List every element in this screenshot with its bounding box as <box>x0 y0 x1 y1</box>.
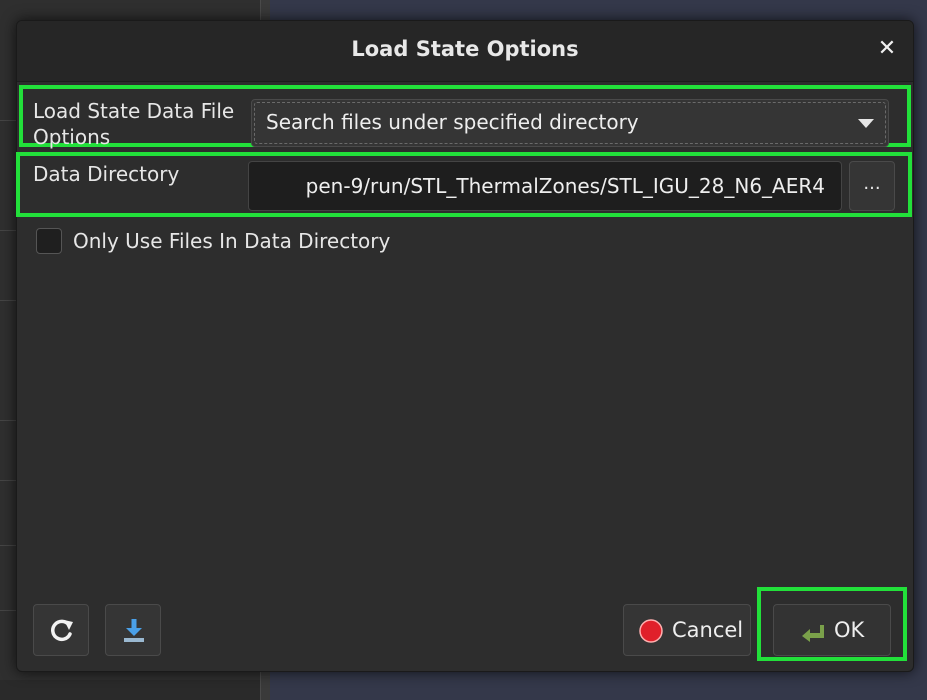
save-defaults-button[interactable] <box>105 604 161 656</box>
load-state-options-dialog: Load State Options ✕ Load State Data Fil… <box>16 20 914 672</box>
ok-button[interactable]: OK <box>773 604 891 656</box>
close-button[interactable]: ✕ <box>875 37 899 61</box>
data-file-options-dropdown[interactable]: Search files under specified directory <box>251 99 889 147</box>
chevron-down-icon <box>858 119 874 128</box>
apply-arrow-icon <box>802 625 824 642</box>
only-use-files-checkbox[interactable] <box>36 228 62 254</box>
only-use-files-label: Only Use Files In Data Directory <box>73 229 391 253</box>
dropdown-selected-value: Search files under specified directory <box>266 110 639 134</box>
refresh-icon <box>51 619 73 642</box>
download-icon <box>124 619 144 642</box>
dialog-titlebar: Load State Options ✕ <box>17 21 913 82</box>
reset-button[interactable] <box>33 604 89 656</box>
data-file-options-label: Load State Data File Options <box>33 99 235 149</box>
data-directory-label: Data Directory <box>33 162 180 186</box>
data-directory-value: pen-9/run/STL_ThermalZones/STL_IGU_28_N6… <box>305 174 825 198</box>
browse-directory-button[interactable]: ... <box>849 161 895 211</box>
dialog-title: Load State Options <box>351 37 579 61</box>
cancel-label: Cancel <box>672 618 744 642</box>
stop-icon <box>639 619 663 643</box>
data-directory-input[interactable]: pen-9/run/STL_ThermalZones/STL_IGU_28_N6… <box>248 161 842 211</box>
ok-label: OK <box>834 618 865 642</box>
background-strip <box>0 680 260 700</box>
cancel-button[interactable]: Cancel <box>623 604 751 656</box>
close-icon: ✕ <box>877 36 897 61</box>
